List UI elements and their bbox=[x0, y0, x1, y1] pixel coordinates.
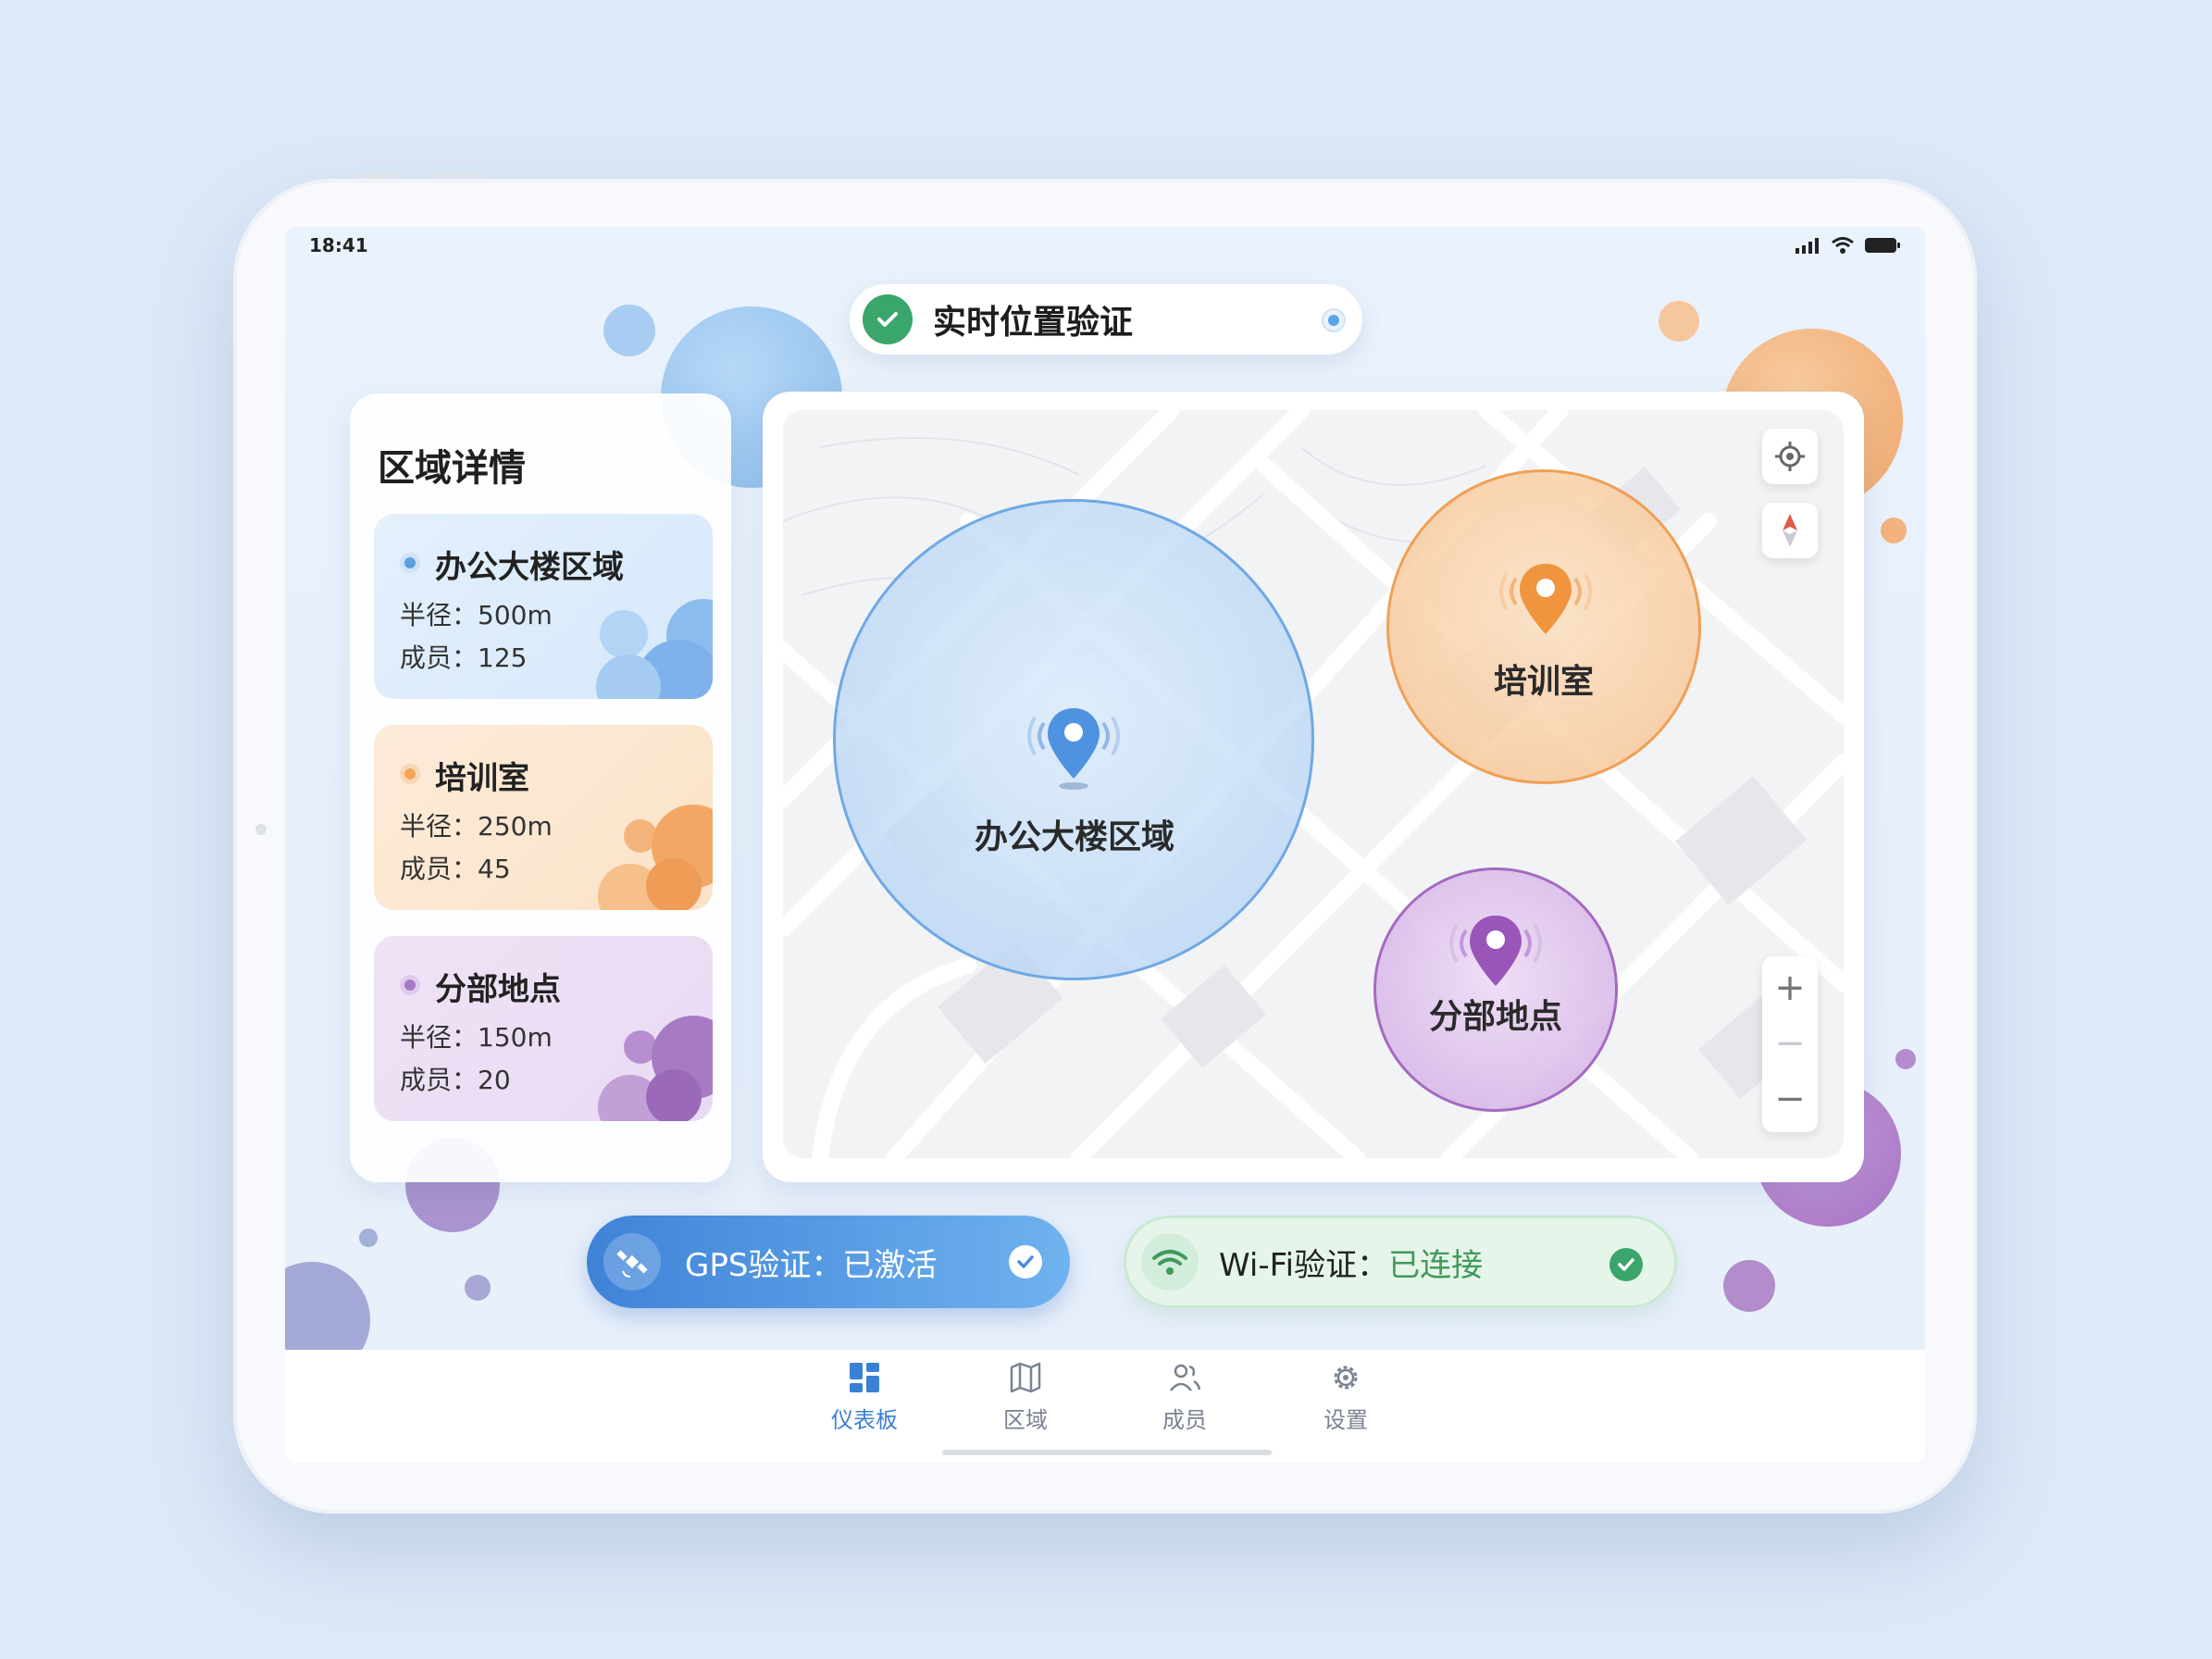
zone-card-radius: 半径：250m bbox=[400, 811, 553, 842]
compass-icon bbox=[1783, 514, 1797, 547]
tab-label: 区域 bbox=[1003, 1407, 1048, 1433]
crosshair-icon bbox=[1775, 442, 1805, 471]
tab-zones[interactable]: 区域 bbox=[970, 1361, 1081, 1434]
status-icons bbox=[1796, 236, 1901, 255]
panel-title: 区域详情 bbox=[378, 447, 526, 490]
bubble bbox=[1895, 1049, 1916, 1069]
zone-branch-label: 分部地点 bbox=[1428, 998, 1562, 1036]
header-title: 实时位置验证 bbox=[933, 304, 1134, 342]
screen: 18:41 实时位置验证 区域详情 办公大楼区域 半径：500m 成员：125 bbox=[285, 227, 1925, 1463]
zone-card-title: 培训室 bbox=[435, 760, 529, 797]
zone-details-panel: 区域详情 办公大楼区域 半径：500m 成员：125 培训室 半径：250m 成… bbox=[350, 393, 731, 1182]
zone-card-radius: 半径：150m bbox=[400, 1022, 553, 1053]
zone-office-label: 办公大楼区域 bbox=[974, 818, 1174, 856]
bubble bbox=[646, 1069, 702, 1121]
wifi-verification-pill[interactable]: Wi-Fi验证：已连接 bbox=[1124, 1216, 1677, 1308]
gps-verification-pill[interactable]: GPS验证：已激活 bbox=[587, 1216, 1070, 1308]
bubble bbox=[646, 858, 702, 910]
compass-button[interactable] bbox=[1762, 503, 1818, 558]
realtime-verify-header: 实时位置验证 bbox=[850, 284, 1362, 355]
check-icon bbox=[1609, 1248, 1643, 1281]
bubble bbox=[1723, 1260, 1775, 1312]
check-icon bbox=[1009, 1245, 1042, 1279]
satellite-icon bbox=[603, 1233, 661, 1291]
zoom-in-button[interactable]: + bbox=[1762, 960, 1818, 1016]
zoom-out-button[interactable]: − bbox=[1762, 1071, 1818, 1127]
wifi-label-prefix: Wi-Fi验证： bbox=[1219, 1246, 1389, 1284]
members-icon bbox=[1170, 1364, 1201, 1391]
tab-dashboard[interactable]: 仪表板 bbox=[809, 1361, 920, 1434]
tab-settings[interactable]: 设置 bbox=[1290, 1361, 1401, 1434]
map-card: 办公大楼区域 培训室 分部地点 + − − bbox=[763, 392, 1864, 1182]
bubble bbox=[359, 1229, 378, 1247]
zone-card-branch[interactable]: 分部地点 半径：150m 成员：20 bbox=[374, 936, 713, 1121]
bubble bbox=[600, 610, 648, 658]
zone-card-members: 成员：45 bbox=[400, 854, 511, 884]
signal-icon bbox=[1796, 238, 1819, 254]
map-icon bbox=[1010, 1362, 1041, 1393]
zoom-level-button[interactable]: − bbox=[1762, 1016, 1818, 1071]
zone-card-office[interactable]: 办公大楼区域 半径：500m 成员：125 bbox=[374, 514, 713, 699]
tab-label: 仪表板 bbox=[831, 1407, 898, 1433]
zone-dot-icon bbox=[400, 975, 420, 995]
tab-bar: 仪表板 区域 成员 设置 bbox=[285, 1350, 1925, 1463]
wifi-status-label: Wi-Fi验证：已连接 bbox=[1219, 1240, 1483, 1285]
zone-card-members: 成员：20 bbox=[400, 1065, 511, 1095]
check-icon bbox=[863, 294, 913, 344]
zone-dot-icon bbox=[400, 553, 420, 573]
zone-card-radius: 半径：500m bbox=[400, 600, 553, 630]
zoom-controls: + − − bbox=[1762, 956, 1818, 1132]
zone-card-title: 分部地点 bbox=[435, 971, 561, 1008]
location-pin-icon bbox=[1449, 916, 1542, 986]
dashboard-icon bbox=[850, 1363, 879, 1392]
location-pin-icon bbox=[1027, 708, 1120, 790]
bubble bbox=[603, 305, 655, 356]
gps-status-label: GPS验证：已激活 bbox=[685, 1246, 938, 1284]
live-indicator-icon bbox=[1322, 308, 1346, 332]
status-time: 18:41 bbox=[309, 234, 368, 256]
battery-icon bbox=[1865, 238, 1900, 253]
tab-label: 成员 bbox=[1162, 1407, 1207, 1433]
zone-card-training[interactable]: 培训室 半径：250m 成员：45 bbox=[374, 725, 713, 910]
camera-dot bbox=[255, 824, 267, 835]
wifi-state: 已连接 bbox=[1388, 1246, 1484, 1284]
map-view[interactable]: 办公大楼区域 培训室 分部地点 + − − bbox=[783, 410, 1844, 1158]
bubble bbox=[1659, 301, 1699, 342]
zone-card-members: 成员：125 bbox=[400, 642, 528, 673]
zone-dot-icon bbox=[400, 764, 420, 784]
home-indicator bbox=[942, 1450, 1272, 1455]
locate-button[interactable] bbox=[1762, 429, 1818, 484]
bubble bbox=[1881, 518, 1907, 543]
wifi-icon bbox=[1141, 1233, 1199, 1291]
zone-card-title: 办公大楼区域 bbox=[435, 549, 624, 586]
wifi-status-icon bbox=[1832, 237, 1854, 254]
tab-label: 设置 bbox=[1323, 1407, 1368, 1433]
settings-icon bbox=[1334, 1366, 1358, 1390]
tab-members[interactable]: 成员 bbox=[1129, 1361, 1240, 1434]
bubble bbox=[465, 1275, 491, 1301]
location-pin-icon bbox=[1499, 564, 1592, 634]
zone-training-label: 培训室 bbox=[1493, 663, 1594, 701]
